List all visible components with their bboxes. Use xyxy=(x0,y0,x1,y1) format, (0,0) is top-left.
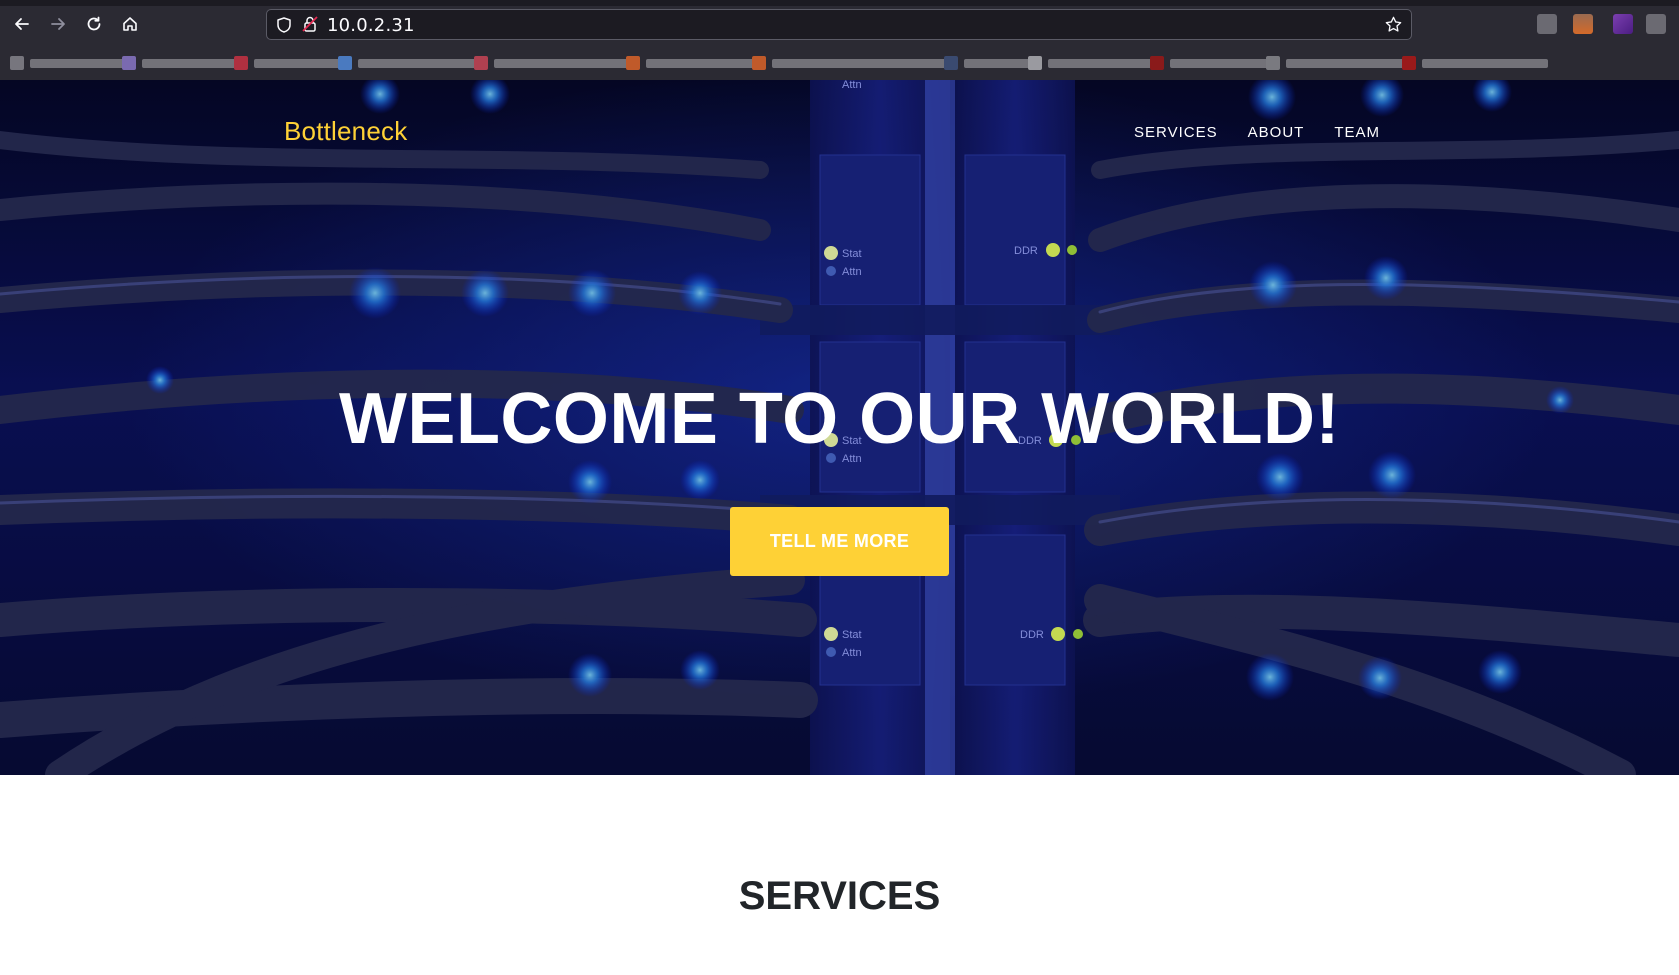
bookmark-item[interactable] xyxy=(626,55,758,71)
extension-icon[interactable] xyxy=(1537,14,1557,34)
nav-link-about[interactable]: ABOUT xyxy=(1248,124,1305,141)
main-nav: SERVICES ABOUT TEAM xyxy=(1134,124,1380,141)
bookmark-item[interactable] xyxy=(1150,55,1270,71)
hero-heading: WELCOME TO OUR WORLD! xyxy=(338,379,1341,459)
menu-icon[interactable] xyxy=(1646,14,1666,34)
arrow-right-icon xyxy=(51,18,65,30)
forward-button[interactable] xyxy=(44,10,72,38)
bookmark-item[interactable] xyxy=(474,55,634,71)
nav-link-services[interactable]: SERVICES xyxy=(1134,124,1218,141)
reload-icon xyxy=(87,16,101,31)
services-heading: SERVICES xyxy=(738,874,941,918)
bookmark-item[interactable] xyxy=(752,55,948,71)
extension-icon[interactable] xyxy=(1573,14,1593,34)
bookmark-item[interactable] xyxy=(122,55,242,71)
bookmark-item[interactable] xyxy=(234,55,348,71)
bookmarks-toolbar xyxy=(0,50,1679,76)
home-icon xyxy=(123,17,137,31)
shield-icon[interactable] xyxy=(275,16,293,34)
brand-logo-link[interactable]: Bottleneck xyxy=(284,116,407,147)
bookmark-item[interactable] xyxy=(944,55,1040,71)
reload-button[interactable] xyxy=(80,10,108,38)
bookmark-item[interactable] xyxy=(1266,55,1406,71)
bookmark-item[interactable] xyxy=(338,55,480,71)
bookmark-item[interactable] xyxy=(1028,55,1158,71)
back-button[interactable] xyxy=(8,10,36,38)
arrow-left-icon xyxy=(15,18,29,30)
tell-me-more-button[interactable]: TELL ME MORE xyxy=(730,507,949,576)
hero-section: Attn Stat Attn DDR Stat Attn DDR Stat At… xyxy=(0,80,1679,775)
extension-icon[interactable] xyxy=(1613,14,1633,34)
tab-strip xyxy=(0,0,1679,6)
address-bar[interactable]: 10.0.2.31 xyxy=(266,9,1412,40)
bookmark-star-icon[interactable] xyxy=(1384,15,1403,34)
bookmark-item[interactable] xyxy=(10,55,130,71)
nav-link-team[interactable]: TEAM xyxy=(1334,124,1380,141)
insecure-lock-icon[interactable] xyxy=(301,15,319,33)
home-button[interactable] xyxy=(116,10,144,38)
url-text[interactable]: 10.0.2.31 xyxy=(327,15,415,36)
browser-toolbar: 10.0.2.31 xyxy=(0,0,1679,80)
bookmark-item[interactable] xyxy=(1402,55,1548,71)
